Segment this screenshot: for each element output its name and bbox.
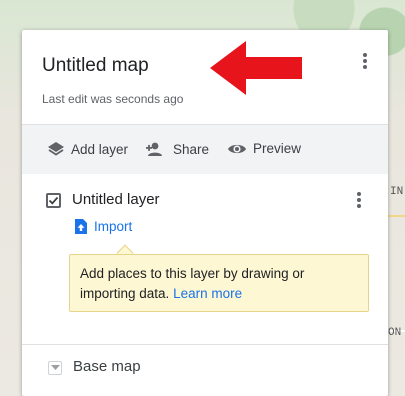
map-legend-panel: Untitled map Last edit was seconds ago A… bbox=[22, 30, 388, 396]
map-label: ON bbox=[388, 327, 402, 339]
map-label: IN bbox=[390, 186, 404, 198]
share-button[interactable]: Share bbox=[145, 141, 209, 157]
share-label: Share bbox=[173, 141, 210, 157]
red-arrow-annotation bbox=[210, 41, 302, 95]
add-layer-label: Add layer bbox=[71, 141, 129, 157]
preview-label: Preview bbox=[253, 141, 302, 156]
layer-visibility-checkbox[interactable] bbox=[46, 193, 61, 208]
divider bbox=[22, 344, 388, 345]
checkmark-icon bbox=[48, 196, 59, 205]
layer-hint-tooltip: Add places to this layer by drawing or i… bbox=[69, 254, 369, 312]
map-road bbox=[388, 215, 405, 217]
last-edit-status: Last edit was seconds ago bbox=[42, 92, 184, 106]
layer-options-icon[interactable] bbox=[351, 189, 367, 211]
learn-more-link[interactable]: Learn more bbox=[173, 286, 242, 301]
base-map-toggle[interactable] bbox=[48, 361, 62, 375]
import-label: Import bbox=[94, 219, 133, 234]
import-file-icon bbox=[75, 219, 87, 234]
layers-icon bbox=[48, 142, 64, 156]
layer-name[interactable]: Untitled layer bbox=[72, 191, 160, 208]
map-title[interactable]: Untitled map bbox=[42, 55, 149, 77]
add-layer-button[interactable]: Add layer bbox=[47, 141, 128, 157]
map-options-icon[interactable] bbox=[357, 50, 373, 72]
map-toolbar: Add layer Share Preview bbox=[22, 124, 388, 174]
chevron-down-icon bbox=[51, 365, 60, 370]
person-add-icon bbox=[146, 142, 162, 156]
eye-icon bbox=[228, 144, 246, 153]
base-map-label[interactable]: Base map bbox=[73, 358, 141, 375]
preview-button[interactable]: Preview bbox=[227, 141, 301, 156]
import-link[interactable]: Import bbox=[75, 219, 132, 234]
